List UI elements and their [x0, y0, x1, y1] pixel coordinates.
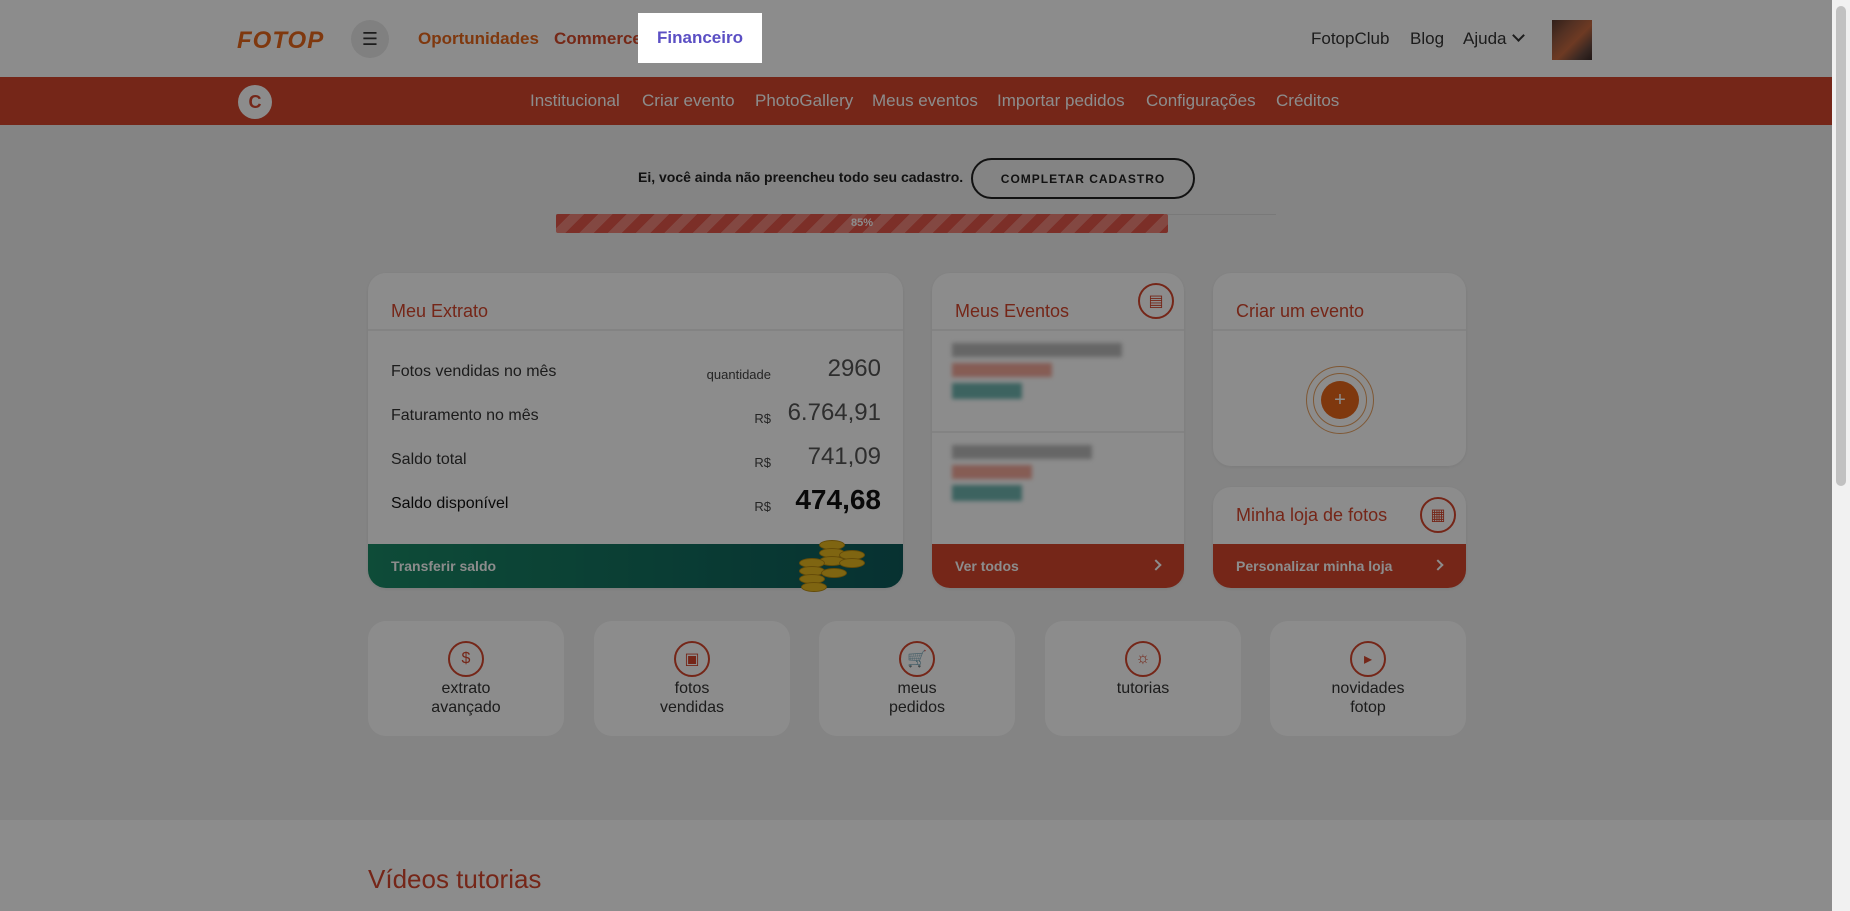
- photo-icon: ▣: [674, 641, 710, 677]
- quick-link-label: meus pedidos: [888, 680, 946, 716]
- quick-link-fotos-vendidas[interactable]: ▣ fotos vendidas: [594, 621, 790, 736]
- extrato-row-saldo-total: Saldo total R$ 741,09: [391, 443, 881, 473]
- secondary-navbar: C Institucional Criar evento PhotoGaller…: [0, 77, 1832, 125]
- extrato-row-saldo-disponivel: Saldo disponível R$ 474,68: [391, 484, 881, 517]
- see-all-events-button[interactable]: Ver todos: [932, 544, 1184, 588]
- customize-store-button[interactable]: Personalizar minha loja: [1213, 544, 1466, 588]
- lightbulb-icon: ☼: [1125, 641, 1161, 677]
- create-event-card: Criar um evento +: [1213, 273, 1466, 466]
- row-label: Saldo disponível: [391, 495, 509, 512]
- customize-store-label: Personalizar minha loja: [1236, 558, 1393, 574]
- complete-profile-button[interactable]: COMPLETAR CADASTRO: [971, 158, 1195, 199]
- subnav-meus-eventos[interactable]: Meus eventos: [872, 91, 978, 111]
- plus-icon: +: [1321, 381, 1359, 419]
- cart-icon: 🛒: [899, 641, 935, 677]
- chevron-right-icon: [1150, 559, 1162, 571]
- row-value: 474,68: [795, 484, 881, 515]
- subnav-creditos[interactable]: Créditos: [1276, 91, 1339, 111]
- nav-ajuda[interactable]: Ajuda: [1463, 29, 1526, 49]
- row-unit: quantidade: [706, 367, 771, 382]
- subnav-configuracoes[interactable]: Configurações: [1146, 91, 1256, 111]
- row-label: Fotos vendidas no mês: [391, 363, 557, 380]
- nav-commerce[interactable]: Commerce: [554, 29, 642, 49]
- photo-store-card: Minha loja de fotos ▦ Personalizar minha…: [1213, 487, 1466, 588]
- quick-link-tutorias[interactable]: ☼ tutorias: [1045, 621, 1241, 736]
- scrollbar[interactable]: [1832, 0, 1850, 911]
- extrato-row-fotos: Fotos vendidas no mês quantidade 2960: [391, 355, 881, 385]
- quick-link-novidades-fotop[interactable]: ▸ novidades fotop: [1270, 621, 1466, 736]
- quick-link-label: novidades fotop: [1331, 680, 1405, 716]
- row-value: 741,09: [807, 443, 881, 470]
- event-item[interactable]: [932, 331, 1184, 423]
- nav-blog[interactable]: Blog: [1410, 29, 1444, 49]
- row-label: Saldo total: [391, 451, 467, 468]
- row-value: 6.764,91: [787, 399, 881, 426]
- quick-link-label: extrato avançado: [431, 680, 501, 716]
- megaphone-icon: ▸: [1350, 641, 1386, 677]
- fotop-logo[interactable]: FOTOP: [237, 27, 324, 55]
- nav-ajuda-label: Ajuda: [1463, 29, 1507, 48]
- nav-fotopclub[interactable]: FotopClub: [1311, 29, 1389, 49]
- extrato-title: Meu Extrato: [391, 301, 489, 321]
- tutorials-section: Vídeos tutorias: [0, 820, 1832, 911]
- coins-illustration-icon: [793, 536, 873, 596]
- transfer-balance-label: Transferir saldo: [391, 558, 497, 574]
- row-value: 2960: [827, 355, 881, 382]
- events-title: Meus Eventos: [955, 301, 1070, 321]
- quick-link-label: tutorias: [1116, 680, 1170, 697]
- chevron-right-icon: [1432, 559, 1444, 571]
- user-avatar[interactable]: [1552, 20, 1592, 60]
- row-unit: R$: [754, 455, 771, 470]
- create-event-button[interactable]: +: [1306, 366, 1374, 434]
- create-event-title: Criar um evento: [1236, 301, 1365, 321]
- progress-label: 85%: [850, 217, 874, 229]
- hamburger-menu-button[interactable]: ☰: [351, 20, 389, 58]
- calendar-icon[interactable]: ▤: [1138, 283, 1174, 319]
- subnav-importar-pedidos[interactable]: Importar pedidos: [997, 91, 1125, 111]
- quick-link-label: fotos vendidas: [659, 680, 725, 716]
- nav-oportunidades[interactable]: Oportunidades: [418, 29, 539, 49]
- user-initial-badge[interactable]: C: [238, 85, 272, 119]
- see-all-label: Ver todos: [955, 558, 1019, 574]
- scrollbar-thumb[interactable]: [1836, 6, 1846, 486]
- row-unit: R$: [754, 499, 771, 514]
- top-navbar: FOTOP ☰ Oportunidades Commerce FotopClub…: [0, 0, 1832, 77]
- subnav-criar-evento[interactable]: Criar evento: [642, 91, 735, 111]
- subnav-institucional[interactable]: Institucional: [530, 91, 620, 111]
- photo-store-title: Minha loja de fotos: [1236, 505, 1388, 525]
- tutorials-title: Vídeos tutorias: [368, 864, 542, 894]
- card-divider: [368, 329, 903, 331]
- extrato-row-faturamento: Faturamento no mês R$ 6.764,91: [391, 399, 881, 429]
- hamburger-icon: ☰: [361, 28, 379, 49]
- card-divider: [1213, 329, 1466, 331]
- dim-overlay: [0, 0, 1832, 911]
- store-icon[interactable]: ▦: [1420, 497, 1456, 533]
- event-item[interactable]: [932, 433, 1184, 525]
- quick-link-meus-pedidos[interactable]: 🛒 meus pedidos: [819, 621, 1015, 736]
- row-label: Faturamento no mês: [391, 407, 539, 424]
- quick-link-extrato-avancado[interactable]: $ extrato avançado: [368, 621, 564, 736]
- chevron-down-icon: [1512, 29, 1526, 42]
- nav-financeiro[interactable]: Financeiro: [638, 13, 762, 63]
- events-card: Meus Eventos ▤ Ver todos: [932, 273, 1184, 588]
- subnav-photogallery[interactable]: PhotoGallery: [755, 91, 853, 111]
- dollar-icon: $: [448, 641, 484, 677]
- profile-progress-bar: 85%: [556, 214, 1168, 233]
- profile-incomplete-message: Ei, você ainda não preencheu todo seu ca…: [638, 169, 964, 185]
- row-unit: R$: [754, 411, 771, 426]
